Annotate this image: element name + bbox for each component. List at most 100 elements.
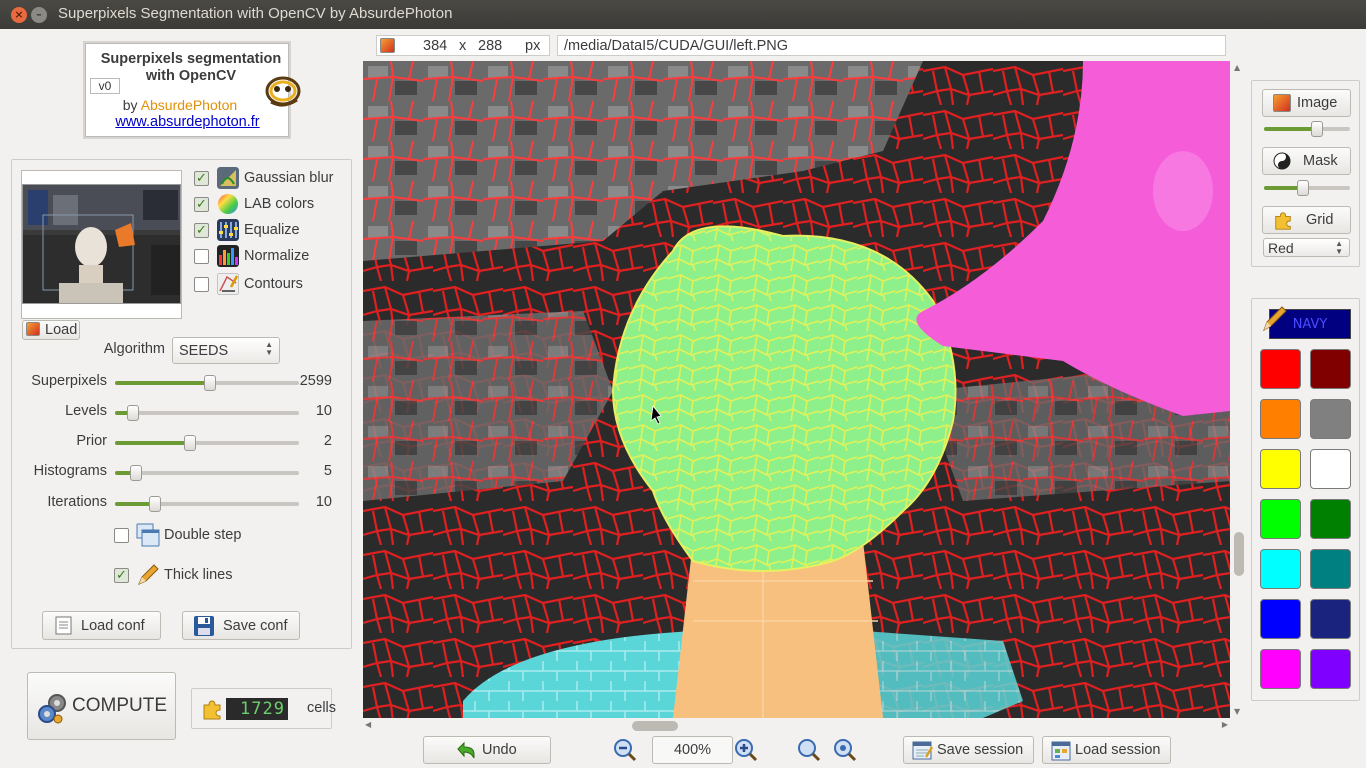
color-swatch[interactable] — [1260, 399, 1301, 439]
undo-label: Undo — [482, 742, 517, 758]
thick-lines-label: Thick lines — [164, 567, 233, 583]
load-conf-button[interactable]: Load conf — [42, 611, 161, 640]
grid-color-select[interactable]: Red ▲ ▼ — [1263, 238, 1350, 257]
prior-slider-handle[interactable] — [184, 435, 196, 451]
color-swatch[interactable] — [1260, 349, 1301, 389]
color-swatch[interactable] — [1260, 449, 1301, 489]
zoom-in-button[interactable] — [733, 736, 760, 764]
mask-layer-label: Mask — [1303, 153, 1338, 169]
iterations-slider-handle[interactable] — [149, 496, 161, 512]
puzzle-piece-icon — [1275, 212, 1291, 230]
levels-label: Levels — [65, 403, 107, 419]
undo-arrow-icon — [457, 741, 475, 759]
image-opacity-slider[interactable] — [1264, 121, 1350, 137]
lab-colors-checkbox[interactable]: ✓ — [194, 197, 209, 212]
close-window-button[interactable]: × — [11, 7, 27, 23]
superpixels-slider[interactable] — [115, 375, 299, 391]
zoom-in-icon — [735, 739, 758, 762]
prior-slider[interactable] — [115, 435, 299, 451]
color-swatch[interactable] — [1310, 649, 1351, 689]
image-layer-label: Image — [1297, 95, 1338, 111]
owl-logo-icon — [265, 76, 301, 107]
color-swatch[interactable] — [1310, 549, 1351, 589]
image-icon — [1273, 94, 1291, 112]
color-swatch[interactable] — [1260, 549, 1301, 589]
minimize-window-button[interactable]: – — [31, 7, 47, 23]
image-icon — [26, 322, 40, 336]
image-path-bar: /media/DataI5/CUDA/GUI/left.PNG — [557, 35, 1226, 56]
gaussian-blur-checkbox[interactable]: ✓ — [194, 171, 209, 186]
vertical-scroll-thumb[interactable] — [1234, 532, 1244, 576]
spin-arrows-icon: ▲ ▼ — [1335, 239, 1343, 256]
thick-lines-checkbox[interactable]: ✓ — [114, 568, 129, 583]
load-session-button[interactable]: Load session — [1042, 736, 1171, 764]
normalize-checkbox[interactable] — [194, 249, 209, 264]
gears-icon — [38, 694, 66, 724]
zoom-reset-button[interactable] — [832, 736, 859, 764]
zoom-level-value: 400% — [673, 742, 712, 758]
scroll-down-icon[interactable]: ▼ — [1234, 707, 1240, 716]
image-opacity-handle[interactable] — [1311, 121, 1323, 137]
scroll-left-icon[interactable]: ◀ — [365, 720, 371, 729]
image-thumbnail[interactable] — [22, 184, 181, 304]
save-conf-button[interactable]: Save conf — [182, 611, 300, 640]
save-session-label: Save session — [937, 742, 1024, 758]
algorithm-select[interactable]: SEEDS ▲ ▼ — [172, 337, 280, 364]
color-swatch[interactable] — [1310, 599, 1351, 639]
load-image-button[interactable]: Load — [22, 320, 80, 340]
image-width: 384 — [423, 38, 448, 54]
title-bar: × – Superpixels Segmentation with OpenCV… — [0, 0, 1366, 29]
window-title: Superpixels Segmentation with OpenCV by … — [58, 5, 453, 22]
levels-value: 10 — [315, 403, 332, 419]
mask-layer-button[interactable]: Mask — [1262, 147, 1351, 175]
segmentation-canvas[interactable] — [363, 61, 1230, 718]
zoom-out-button[interactable] — [613, 736, 640, 764]
double-step-checkbox[interactable] — [114, 528, 129, 543]
compute-button[interactable]: COMPUTE — [27, 672, 176, 740]
pencil-icon — [138, 564, 159, 585]
website-link[interactable]: www.absurdephoton.fr — [85, 114, 290, 130]
equalize-checkbox[interactable]: ✓ — [194, 223, 209, 238]
lab-colors-label: LAB colors — [244, 196, 315, 212]
color-swatch[interactable] — [1260, 649, 1301, 689]
mask-opacity-slider[interactable] — [1264, 180, 1350, 196]
contours-checkbox[interactable] — [194, 277, 209, 292]
equalizer-icon — [217, 219, 239, 241]
levels-slider-handle[interactable] — [127, 405, 139, 421]
undo-button[interactable]: Undo — [423, 736, 551, 764]
author-line: by AbsurdePhoton — [85, 97, 275, 113]
scroll-right-icon[interactable]: ▶ — [1222, 720, 1228, 729]
load-image-label: Load — [45, 322, 78, 338]
version-label: v0 — [90, 78, 120, 94]
superpixels-label: Superpixels — [31, 373, 107, 389]
prior-label: Prior — [76, 433, 107, 449]
color-swatch[interactable] — [1260, 599, 1301, 639]
save-session-icon — [912, 741, 934, 760]
color-swatch[interactable] — [1310, 399, 1351, 439]
histograms-slider-handle[interactable] — [130, 465, 142, 481]
histograms-value: 5 — [323, 463, 332, 479]
save-conf-label: Save conf — [223, 617, 288, 634]
color-swatch[interactable] — [1310, 449, 1351, 489]
algorithm-label: Algorithm — [103, 341, 165, 357]
color-swatch[interactable] — [1260, 499, 1301, 539]
color-swatch[interactable] — [1310, 349, 1351, 389]
grid-layer-button[interactable]: Grid — [1262, 206, 1351, 234]
levels-slider[interactable] — [115, 405, 299, 421]
compute-label: COMPUTE — [72, 695, 167, 716]
horizontal-scroll-thumb[interactable] — [632, 721, 678, 731]
superpixels-slider-handle[interactable] — [204, 375, 216, 391]
horizontal-scrollbar[interactable]: ◀ ▶ — [363, 719, 1230, 733]
zoom-fit-button[interactable] — [796, 736, 823, 764]
mask-opacity-handle[interactable] — [1297, 180, 1309, 196]
save-session-button[interactable]: Save session — [903, 736, 1034, 764]
histograms-slider[interactable] — [115, 465, 299, 481]
color-swatch[interactable] — [1310, 499, 1351, 539]
prior-value: 2 — [323, 433, 332, 449]
iterations-slider[interactable] — [115, 496, 299, 512]
image-size-bar: 384 x 288 px — [376, 35, 550, 56]
image-layer-button[interactable]: Image — [1262, 89, 1351, 117]
scroll-up-icon[interactable]: ▲ — [1234, 63, 1240, 72]
floppy-disk-icon — [194, 616, 214, 636]
vertical-scrollbar[interactable]: ▲ ▼ — [1231, 61, 1246, 718]
